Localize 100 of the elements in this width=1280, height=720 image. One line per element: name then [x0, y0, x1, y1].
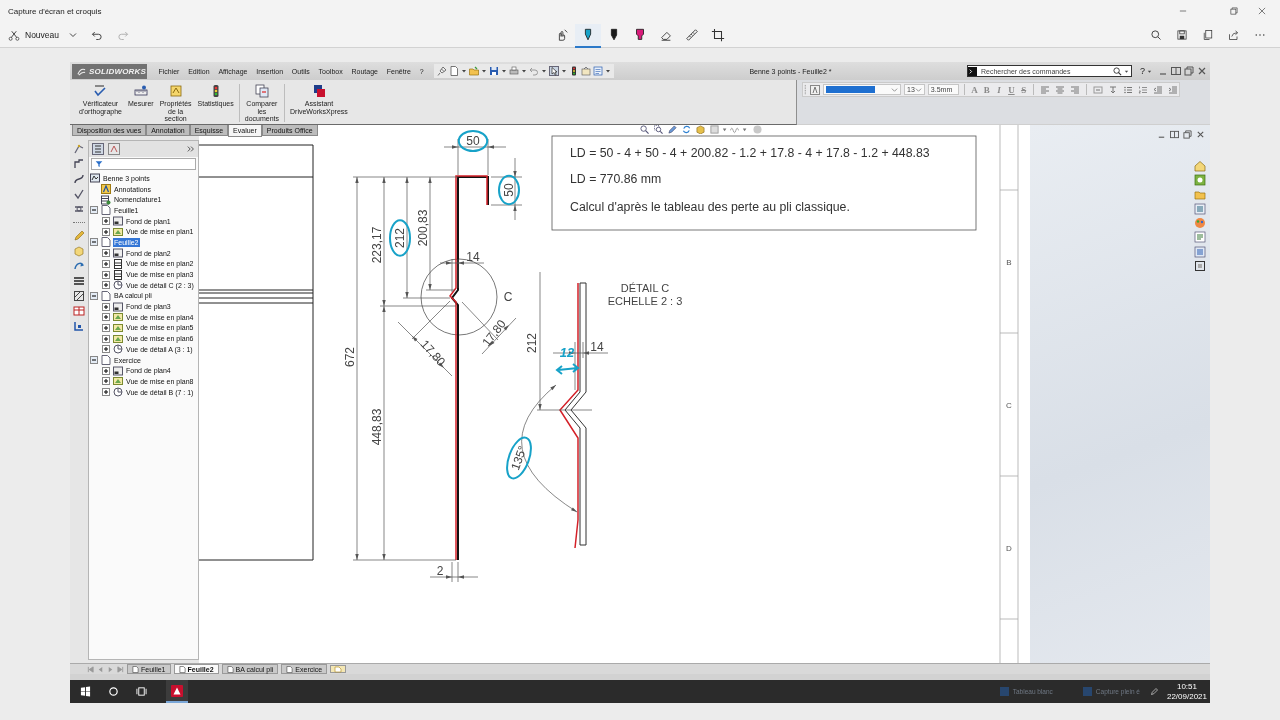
- dimension-value: 223,17: [370, 226, 384, 264]
- undo-icon[interactable]: [91, 29, 104, 41]
- hatch-icon[interactable]: [73, 290, 85, 302]
- caret-icon[interactable]: [722, 128, 727, 132]
- minus-box-icon[interactable]: [90, 356, 98, 365]
- zoom-area-icon[interactable]: [654, 125, 663, 134]
- minus-box-icon[interactable]: [90, 291, 98, 300]
- part-library-icon[interactable]: [1194, 174, 1206, 187]
- close-icon[interactable]: [1197, 66, 1207, 76]
- lines-icon[interactable]: [73, 275, 85, 287]
- plus-box-icon[interactable]: [102, 270, 110, 279]
- pen-icon[interactable]: [1149, 687, 1159, 696]
- folder-icon[interactable]: [1194, 188, 1206, 201]
- plus-box-icon[interactable]: [102, 302, 110, 311]
- save-icon[interactable]: [488, 66, 499, 76]
- annotation-folder-icon: [101, 184, 111, 195]
- plus-box-icon[interactable]: [102, 323, 110, 332]
- task-view-icon[interactable]: [136, 686, 147, 697]
- wave-icon[interactable]: [730, 128, 739, 133]
- folder-icon[interactable]: [468, 66, 479, 76]
- restore-icon[interactable]: [1184, 66, 1194, 76]
- tile-windows-icon[interactable]: [1170, 129, 1179, 139]
- list-sheet-icon[interactable]: [592, 66, 603, 76]
- help-menu[interactable]: ?: [1140, 66, 1145, 76]
- numbered-list-icon[interactable]: [1137, 84, 1148, 95]
- caret-icon[interactable]: [1147, 68, 1152, 74]
- color-palette-icon[interactable]: [1194, 217, 1206, 230]
- step-line-icon[interactable]: [73, 158, 85, 170]
- ruler-icon: [685, 28, 699, 42]
- minus-box-icon[interactable]: [90, 206, 98, 215]
- caret-icon[interactable]: [742, 128, 747, 132]
- plus-box-icon[interactable]: [102, 345, 110, 354]
- plus-box-icon[interactable]: [102, 281, 110, 290]
- plus-box-icon[interactable]: [102, 227, 110, 236]
- plus-box-icon[interactable]: [102, 366, 110, 375]
- stack-arrows-icon[interactable]: [1107, 84, 1118, 95]
- zoom-fit-icon[interactable]: [640, 125, 649, 134]
- plus-box-icon[interactable]: [102, 217, 110, 226]
- filter-field[interactable]: [91, 158, 196, 170]
- ballpoint-pen-button[interactable]: [575, 24, 601, 48]
- crop-icon: [711, 28, 725, 42]
- view-palette-icon[interactable]: [1194, 202, 1206, 215]
- caret-icon: [1124, 68, 1129, 74]
- drawing-view-icon: [113, 226, 123, 237]
- grip-handle[interactable]: [804, 83, 807, 96]
- plus-box-icon[interactable]: [102, 388, 110, 397]
- indent-decrease-icon[interactable]: [1152, 84, 1163, 95]
- dimension-value: 448,83: [370, 408, 384, 446]
- house-icon[interactable]: [1194, 160, 1206, 172]
- printer-icon[interactable]: [508, 66, 519, 76]
- table-icon: [101, 194, 111, 205]
- minus-box-icon[interactable]: [90, 238, 98, 247]
- section-properties-icon: [168, 84, 183, 98]
- pencil-icon[interactable]: [73, 230, 85, 242]
- app-tile-icon[interactable]: [1082, 687, 1092, 696]
- bullet-list-icon[interactable]: [1122, 84, 1133, 95]
- font-name-field[interactable]: [822, 84, 902, 95]
- ring-lines-icon[interactable]: [73, 203, 85, 215]
- drawing-view-icon: [113, 258, 123, 269]
- corner-icon[interactable]: [73, 320, 85, 332]
- curved-arrow-icon[interactable]: [73, 260, 85, 272]
- table-icon[interactable]: [73, 305, 85, 317]
- ring-icon[interactable]: [108, 686, 119, 697]
- plus-box-icon[interactable]: [102, 334, 110, 343]
- close-icon[interactable]: [1196, 129, 1205, 139]
- window-title: Capture d'écran et croquis: [8, 6, 102, 16]
- new-document-icon[interactable]: [448, 66, 459, 76]
- frame-icon[interactable]: [1194, 260, 1206, 273]
- angled-line-icon[interactable]: [73, 143, 85, 155]
- add-sheet-icon[interactable]: [330, 665, 347, 673]
- chevron-down-icon: [914, 86, 922, 93]
- new-snip-button[interactable]: Nouveau: [8, 29, 60, 41]
- pen-arrow: [555, 363, 580, 375]
- tile-windows-icon[interactable]: [1171, 66, 1181, 76]
- check-symbol-icon[interactable]: [73, 188, 85, 200]
- pointer-icon[interactable]: [548, 66, 559, 76]
- start-icon[interactable]: [80, 686, 91, 697]
- dimension-value: 212: [393, 228, 407, 248]
- scissors-icon: [8, 29, 20, 41]
- s-curve-icon[interactable]: [73, 173, 85, 185]
- plus-box-icon[interactable]: [102, 249, 110, 258]
- text-style-icon[interactable]: [809, 84, 820, 95]
- feature-tree-tab-icon[interactable]: [92, 143, 104, 155]
- plus-box-icon[interactable]: [102, 313, 110, 322]
- double-chevron-icon[interactable]: [187, 145, 195, 153]
- dimension-value: 212: [525, 333, 539, 353]
- dimension-value: 200,83: [416, 209, 430, 247]
- plus-box-icon[interactable]: [102, 377, 110, 386]
- restore-icon[interactable]: [1183, 129, 1192, 139]
- refresh-icon[interactable]: [683, 126, 690, 133]
- property-tab-icon[interactable]: [108, 143, 120, 155]
- indent-increase-icon[interactable]: [1167, 84, 1178, 95]
- clock-date: 22/09/2021: [1166, 691, 1207, 702]
- app-tile-icon[interactable]: [999, 687, 1009, 696]
- plus-box-icon[interactable]: [102, 259, 110, 268]
- detail-label: C: [503, 290, 513, 304]
- pin-icon[interactable]: [436, 66, 447, 76]
- properties-icon[interactable]: [1194, 231, 1206, 244]
- taskbar-app-button[interactable]: [166, 680, 188, 703]
- filter-icon: [95, 160, 103, 168]
